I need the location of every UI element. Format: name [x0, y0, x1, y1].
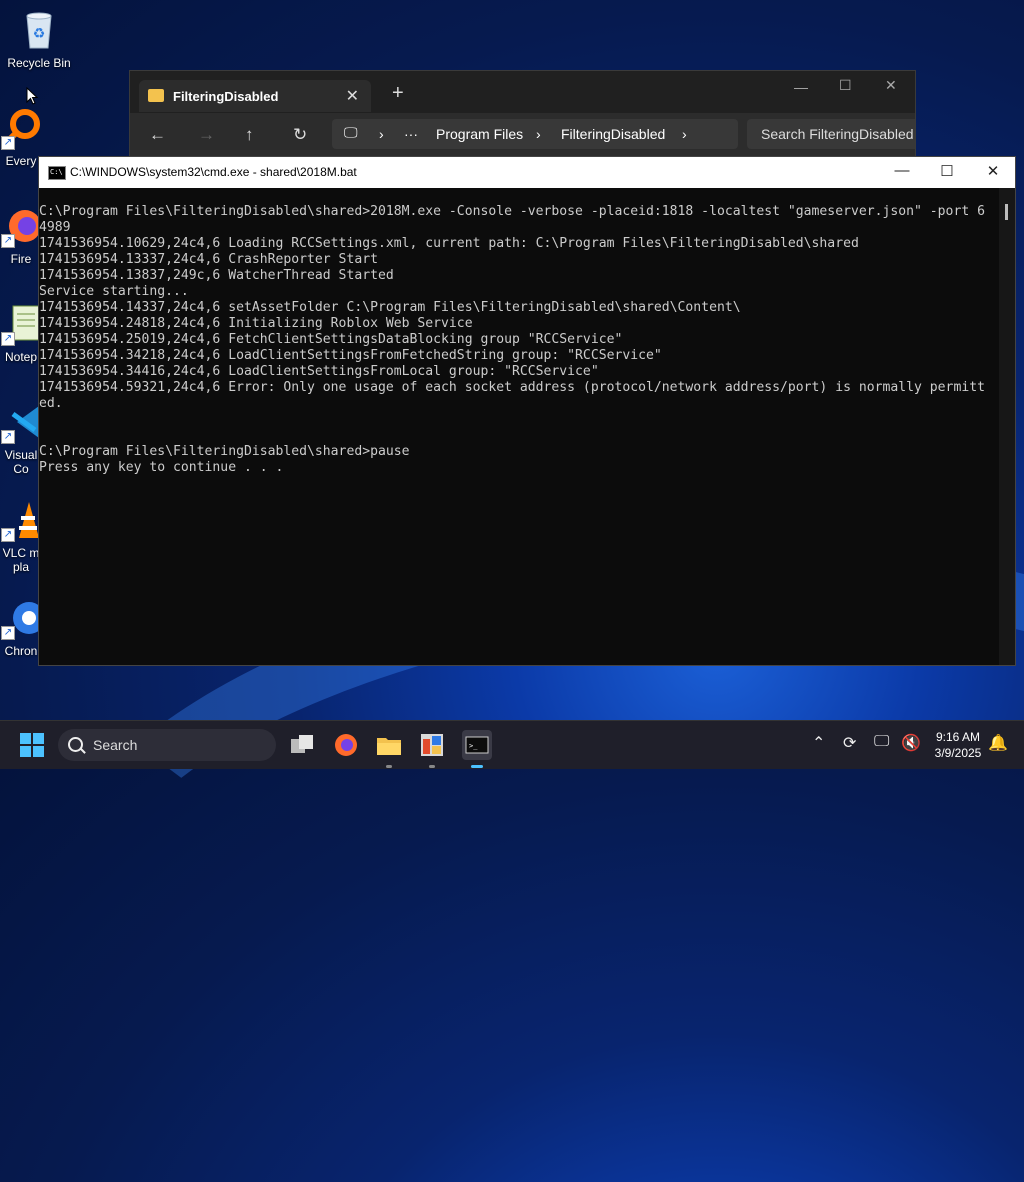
- back-arrow-icon[interactable]: ←: [149, 125, 166, 145]
- cmd-maximize-button[interactable]: ☐: [932, 162, 962, 182]
- breadcrumb-more-button[interactable]: ···: [404, 126, 418, 142]
- taskbar-clock[interactable]: 9:16 AM 3/9/2025: [926, 729, 990, 761]
- explorer-close-button[interactable]: ✕: [885, 77, 897, 94]
- tab-close-button[interactable]: ✕: [346, 86, 359, 106]
- new-tab-button[interactable]: +: [392, 83, 404, 103]
- notepad-icon: ↗: [0, 302, 43, 346]
- search-icon: [68, 737, 83, 752]
- clock-time: 9:16 AM: [935, 730, 981, 744]
- task-view-icon[interactable]: [289, 731, 317, 759]
- command-prompt-window[interactable]: C:\ C:\WINDOWS\system32\cmd.exe - shared…: [38, 156, 1016, 666]
- network-icon[interactable]: 🖵: [874, 733, 889, 751]
- taskbar-search-box[interactable]: Search: [58, 729, 276, 761]
- taskbar-search-label: Search: [93, 737, 138, 753]
- mouse-pointer-icon: [26, 87, 38, 105]
- computer-icon: 🖵: [344, 124, 358, 140]
- recycle-bin-icon: ♻: [17, 8, 61, 52]
- shortcut-arrow-icon: ↗: [1, 136, 15, 150]
- cmd-title-bar[interactable]: C:\ C:\WINDOWS\system32\cmd.exe - shared…: [39, 157, 1015, 188]
- scrollbar-thumb[interactable]: [1005, 204, 1008, 220]
- desktop-icon-label: Recycle Bin: [7, 56, 71, 70]
- shortcut-arrow-icon: ↗: [1, 234, 15, 248]
- firefox-taskbar-icon[interactable]: [332, 731, 360, 759]
- svg-text:>_: >_: [469, 742, 478, 750]
- file-explorer-taskbar-icon[interactable]: [375, 731, 403, 759]
- cmd-close-button[interactable]: ✕: [978, 162, 1008, 182]
- magnifier-app-icon: ↗: [0, 106, 43, 150]
- svg-text:♻: ♻: [33, 25, 46, 41]
- explorer-search-box[interactable]: Search FilteringDisabled: [747, 119, 915, 149]
- cmd-window-title: C:\WINDOWS\system32\cmd.exe - shared\201…: [70, 165, 357, 179]
- address-bar[interactable]: 🖵 › ··· Program Files › FilteringDisable…: [332, 119, 738, 149]
- vlc-cone-icon: ↗: [0, 498, 43, 542]
- taskbar: Search >_ ⌃ ⟳ 🖵 🔇 9:16 AM 3/9/2025 🔔: [0, 720, 1024, 769]
- terminal-taskbar-icon[interactable]: >_: [462, 730, 492, 760]
- shortcut-arrow-icon: ↗: [1, 626, 15, 640]
- refresh-icon[interactable]: ↻: [293, 125, 307, 145]
- breadcrumb-program-files[interactable]: Program Files: [436, 126, 523, 142]
- console-output[interactable]: C:\Program Files\FilteringDisabled\share…: [39, 204, 999, 664]
- chevron-right-icon: ›: [682, 126, 687, 142]
- chrome-icon: ↗: [0, 596, 45, 640]
- shortcut-arrow-icon: ↗: [1, 528, 15, 542]
- forward-arrow-icon[interactable]: →: [198, 125, 215, 145]
- up-arrow-icon[interactable]: ↑: [245, 125, 254, 145]
- chevron-right-icon: ›: [379, 126, 384, 142]
- breadcrumb-filteringdisabled[interactable]: FilteringDisabled: [561, 126, 665, 142]
- file-explorer-window[interactable]: FilteringDisabled ✕ + — ☐ ✕ ← → ↑ ↻ 🖵 › …: [129, 70, 916, 162]
- explorer-navigation-bar: ← → ↑ ↻ 🖵 › ··· Program Files › Filterin…: [130, 113, 915, 161]
- cmd-minimize-button[interactable]: —: [887, 162, 917, 182]
- update-icon[interactable]: ⟳: [843, 733, 856, 753]
- explorer-tab-title: FilteringDisabled: [173, 89, 279, 104]
- folder-icon: [148, 89, 164, 102]
- console-scrollbar[interactable]: [999, 188, 1015, 665]
- volume-muted-icon[interactable]: 🔇: [901, 733, 921, 753]
- desktop-icon-recycle-bin[interactable]: ♻ Recycle Bin: [4, 8, 74, 70]
- windows-start-icon[interactable]: [20, 733, 48, 761]
- chevron-right-icon: ›: [536, 126, 541, 142]
- explorer-minimize-button[interactable]: —: [794, 79, 808, 95]
- chevron-up-icon[interactable]: ⌃: [812, 733, 825, 753]
- firefox-icon: ↗: [0, 204, 43, 248]
- vscode-icon: ↗: [0, 400, 43, 444]
- shortcut-arrow-icon: ↗: [1, 430, 15, 444]
- explorer-maximize-button[interactable]: ☐: [839, 77, 852, 94]
- notification-bell-icon[interactable]: 🔔: [988, 733, 1008, 753]
- clock-date: 3/9/2025: [934, 746, 982, 760]
- app-taskbar-icon[interactable]: [418, 731, 446, 759]
- explorer-tab[interactable]: FilteringDisabled ✕: [139, 80, 371, 112]
- shortcut-arrow-icon: ↗: [1, 332, 15, 346]
- cmd-app-icon: C:\: [48, 166, 66, 180]
